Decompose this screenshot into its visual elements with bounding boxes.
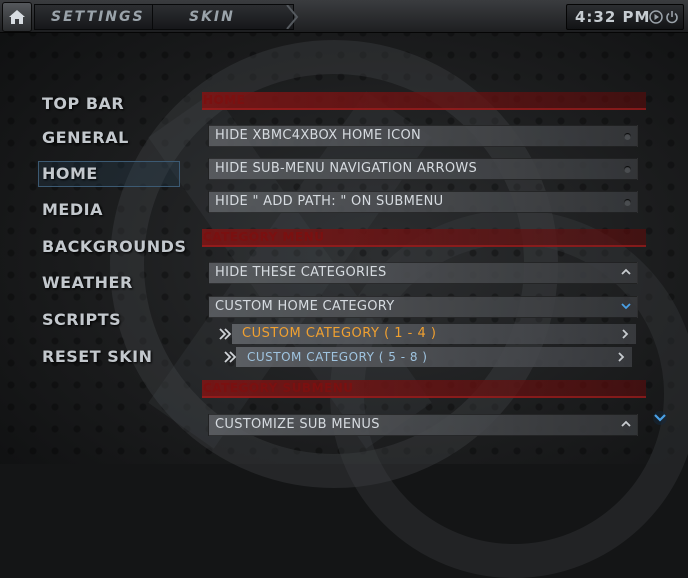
section-title: CATEGORY SUBMENU (203, 381, 354, 395)
power-icon[interactable] (665, 10, 679, 24)
sidebar-item-media[interactable]: MEDIA (42, 200, 103, 219)
radio-off-indicator (624, 133, 631, 140)
section-header-home: HOME (202, 92, 646, 110)
radio-off-indicator (624, 166, 631, 173)
breadcrumb-label: SETTINGS (51, 9, 145, 25)
setting-label: HIDE SUB-MENU NAVIGATION ARROWS (215, 161, 478, 176)
breadcrumb-label: SKIN (189, 9, 235, 25)
breadcrumb-skin[interactable]: SKIN (152, 4, 299, 30)
clock: 4:32 PM (575, 8, 651, 26)
sidebar-item-home[interactable]: HOME (42, 164, 98, 183)
setting-hide-add-path[interactable]: HIDE " ADD PATH: " ON SUBMENU (208, 191, 638, 213)
submenu-label: CUSTOM CATEGORY ( 1 - 4 ) (242, 326, 437, 341)
scroll-down-icon[interactable] (651, 410, 669, 426)
top-bar: SETTINGS SKIN 4:32 PM (0, 0, 688, 33)
setting-label: HIDE XBMC4XBOX HOME ICON (215, 128, 422, 143)
sidebar-item-general[interactable]: GENERAL (42, 128, 129, 147)
setting-hide-categories[interactable]: HIDE THESE CATEGORIES (208, 262, 638, 284)
setting-label: HIDE " ADD PATH: " ON SUBMENU (215, 194, 444, 209)
setting-hide-home-icon[interactable]: HIDE XBMC4XBOX HOME ICON (208, 125, 638, 147)
chevron-right-icon (622, 329, 629, 339)
section-header-category-menu: CATEGORY MENU (202, 229, 646, 247)
radio-off-indicator (624, 199, 631, 206)
sidebar-item-top-bar[interactable]: TOP BAR (42, 94, 124, 113)
chevron-right-icon (618, 352, 625, 362)
play-icon[interactable] (649, 10, 663, 24)
sidebar-item-scripts[interactable]: SCRIPTS (42, 310, 121, 329)
submenu-custom-category-5-8[interactable]: CUSTOM CATEGORY ( 5 - 8 ) (236, 347, 632, 367)
sidebar-item-reset-skin[interactable]: RESET SKIN (42, 347, 152, 366)
double-chevron-right-icon (219, 328, 232, 340)
chevron-up-icon (621, 268, 631, 275)
setting-hide-submenu-arrows[interactable]: HIDE SUB-MENU NAVIGATION ARROWS (208, 158, 638, 180)
setting-label: HIDE THESE CATEGORIES (215, 265, 387, 280)
home-icon (9, 10, 25, 24)
setting-customize-sub-menus[interactable]: CUSTOMIZE SUB MENUS (208, 414, 638, 436)
setting-label: CUSTOMIZE SUB MENUS (215, 417, 380, 432)
section-title: HOME (203, 93, 246, 107)
home-button[interactable] (2, 2, 32, 32)
setting-label: CUSTOM HOME CATEGORY (215, 299, 395, 314)
clock-panel: 4:32 PM (566, 4, 684, 30)
submenu-label: CUSTOM CATEGORY ( 5 - 8 ) (247, 350, 428, 364)
section-title: CATEGORY MENU (203, 230, 325, 244)
chevron-down-icon (621, 303, 631, 310)
setting-custom-home-category[interactable]: CUSTOM HOME CATEGORY (208, 296, 638, 318)
submenu-custom-category-1-4[interactable]: CUSTOM CATEGORY ( 1 - 4 ) (232, 324, 636, 344)
sidebar-item-backgrounds[interactable]: BACKGROUNDS (42, 237, 186, 256)
breadcrumb-settings[interactable]: SETTINGS (34, 4, 169, 30)
sidebar-item-weather[interactable]: WEATHER (42, 273, 133, 292)
double-chevron-right-icon (224, 351, 237, 363)
breadcrumb-separator-icon (286, 5, 299, 29)
section-header-category-submenu: CATEGORY SUBMENU (202, 380, 646, 398)
chevron-up-icon (621, 420, 631, 427)
